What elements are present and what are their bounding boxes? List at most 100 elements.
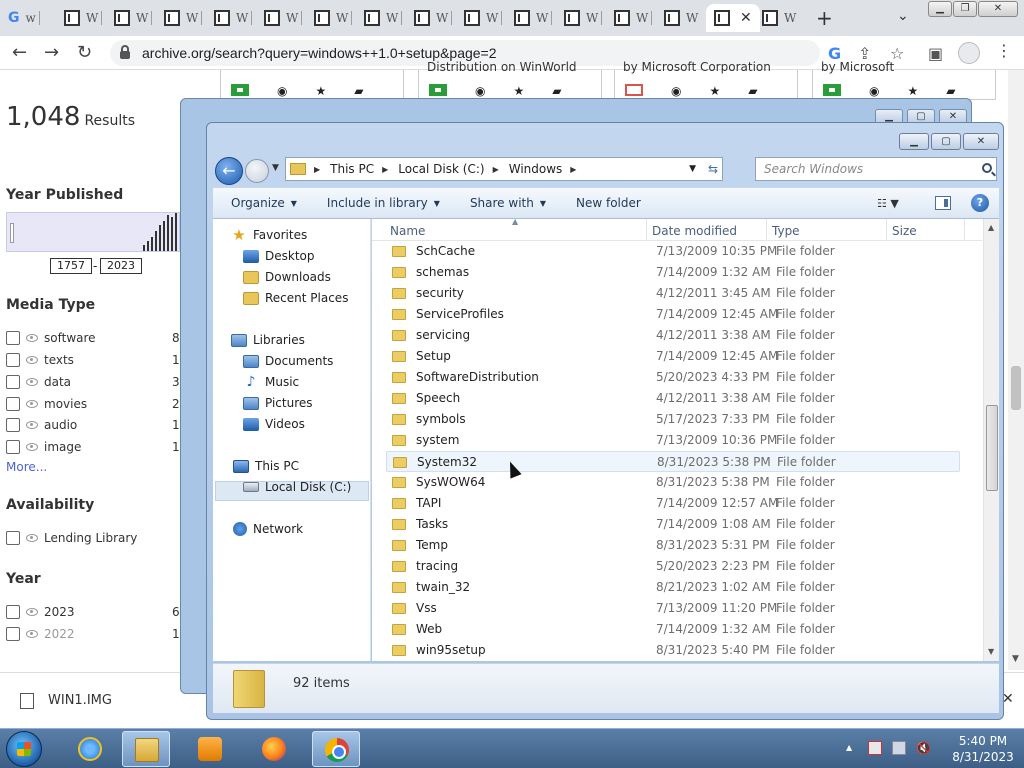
maximize-button[interactable]: ▢ — [931, 133, 961, 150]
explorer-address-bar[interactable]: ▶ This PC ▶ Local Disk (C:) ▶ Windows ▶ … — [285, 157, 723, 181]
clock-date[interactable]: 8/31/2023 — [948, 750, 1018, 764]
page-scrollbar[interactable]: ▼ — [1008, 70, 1024, 670]
share-with-button[interactable]: Share with ▼ — [470, 196, 546, 210]
search-input[interactable]: Search Windows — [755, 157, 997, 181]
show-hidden-icons-chevron-icon[interactable]: ▲ — [846, 743, 852, 752]
file-row[interactable]: servicing 4/12/2011 3:38 AM File folder — [386, 325, 960, 346]
nav-local-disk[interactable]: Local Disk (C:) — [243, 477, 351, 497]
minimize-button[interactable]: ▁ — [899, 133, 929, 150]
tab-close-icon[interactable]: ✕ — [740, 10, 752, 26]
volume-muted-icon[interactable]: 🔇 — [916, 741, 931, 755]
checkbox[interactable] — [6, 375, 20, 389]
breadcrumb-local-disk[interactable]: Local Disk (C:) — [398, 162, 484, 176]
file-row[interactable]: win95setup 8/31/2023 5:40 PM File folder — [386, 640, 960, 661]
year-to-input[interactable]: 2023 — [100, 258, 142, 274]
browser-tab[interactable]: W — [164, 4, 203, 32]
result-card[interactable]: ◉ ★ ▰ — [220, 70, 404, 100]
clock-time[interactable]: 5:40 PM — [948, 734, 1018, 748]
checkbox[interactable] — [6, 627, 20, 641]
page-scrollbar-thumb[interactable] — [1011, 366, 1021, 410]
reload-icon[interactable]: ↻ — [77, 42, 92, 63]
network-status-icon[interactable] — [892, 741, 906, 755]
result-card[interactable]: Distribution on WinWorld ◉ ★ ▰ — [418, 60, 602, 100]
browser-tab[interactable]: W — [64, 4, 103, 32]
checkbox[interactable] — [6, 440, 20, 454]
close-button[interactable]: ✕ — [978, 1, 1018, 17]
file-row[interactable]: SchCache 7/13/2009 10:35 PM File folder — [386, 241, 960, 262]
taskbar-firefox[interactable] — [250, 731, 298, 767]
result-card[interactable]: by Microsoft Corporation ◉ ★ ▰ — [614, 60, 798, 100]
file-list-scrollbar[interactable]: ▲ ▼ — [983, 219, 999, 661]
file-row[interactable]: schemas 7/14/2009 1:32 AM File folder — [386, 262, 960, 283]
facet-row-software[interactable]: software86 — [6, 329, 187, 347]
checkbox[interactable] — [6, 397, 20, 411]
browser-tab[interactable]: W — [664, 4, 698, 32]
taskbar-file-explorer[interactable] — [122, 731, 170, 767]
nav-desktop[interactable]: Desktop — [243, 246, 315, 266]
taskbar-chrome[interactable] — [312, 731, 360, 767]
facet-row-data[interactable]: data 3 — [6, 373, 180, 391]
browser-menu-icon[interactable]: ⋮ — [996, 41, 1012, 60]
change-view-icon[interactable]: ☷ ▼ — [877, 197, 899, 210]
file-row[interactable]: SoftwareDistribution 5/20/2023 4:33 PM Fil… — [386, 367, 960, 388]
tab-search-chevron-icon[interactable]: ⌄ — [897, 8, 909, 24]
browser-tab[interactable]: W — [364, 4, 403, 32]
browser-tab[interactable]: W — [564, 4, 603, 32]
new-folder-button[interactable]: New folder — [576, 196, 641, 210]
help-icon[interactable]: ? — [971, 194, 989, 212]
maximize-button[interactable]: ❐ — [953, 1, 977, 17]
file-row[interactable]: Temp 8/31/2023 5:31 PM File folder — [386, 535, 960, 556]
include-in-library-button[interactable]: Include in library ▼ — [327, 196, 440, 210]
taskbar-media-player[interactable] — [186, 731, 234, 767]
file-row[interactable]: Setup 7/14/2009 12:45 AM File folder — [386, 346, 960, 367]
preview-pane-icon[interactable] — [935, 196, 951, 210]
file-row[interactable]: Speech 4/12/2011 3:38 AM File folder — [386, 388, 960, 409]
column-divider[interactable] — [886, 219, 887, 241]
nav-recent-places[interactable]: Recent Places — [243, 288, 348, 308]
forward-button[interactable] — [245, 159, 269, 183]
column-divider[interactable] — [766, 219, 767, 241]
file-row[interactable]: Vss 7/13/2009 11:20 PM File folder — [386, 598, 960, 619]
nav-libraries[interactable]: Libraries — [231, 330, 305, 350]
browser-tab[interactable]: W — [214, 4, 253, 32]
column-divider[interactable] — [964, 219, 965, 241]
breadcrumb-chevron-icon[interactable]: ▶ — [382, 165, 388, 174]
facet-row-movies[interactable]: movies 2 — [6, 395, 180, 413]
breadcrumb-this-pc[interactable]: This PC — [330, 162, 374, 176]
nav-network[interactable]: Network — [233, 519, 303, 539]
back-arrow-icon[interactable]: ← — [12, 42, 27, 63]
checkbox[interactable] — [6, 605, 20, 619]
column-type[interactable]: Type — [772, 224, 800, 238]
browser-tab[interactable]: W — [414, 4, 453, 32]
file-row[interactable]: symbols 5/17/2023 7:33 PM File folder — [386, 409, 960, 430]
browser-tab[interactable]: W — [514, 4, 553, 32]
file-row[interactable]: SysWOW64 8/31/2023 5:38 PM File folder — [386, 472, 960, 493]
checkbox[interactable] — [6, 353, 20, 367]
file-row[interactable]: system 7/13/2009 10:36 PM File folder — [386, 430, 960, 451]
column-divider[interactable] — [646, 219, 647, 241]
nav-pictures[interactable]: Pictures — [243, 393, 313, 413]
taskbar-internet-explorer[interactable] — [66, 731, 114, 767]
nav-music[interactable]: ♪ Music — [243, 372, 300, 392]
file-row[interactable]: Tasks 7/14/2009 1:08 AM File folder — [386, 514, 960, 535]
facet-row-year-2022[interactable]: 202211 — [6, 625, 187, 643]
nav-this-pc[interactable]: This PC — [233, 456, 299, 476]
breadcrumb-windows[interactable]: Windows — [509, 162, 563, 176]
facet-row-year-2023[interactable]: 2023 6 — [6, 603, 180, 621]
browser-tab[interactable]: W — [314, 4, 353, 32]
checkbox[interactable] — [6, 331, 20, 345]
browser-tab[interactable]: W — [114, 4, 153, 32]
breadcrumb-chevron-icon[interactable]: ▶ — [314, 165, 320, 174]
facet-row-audio[interactable]: audio 1 — [6, 416, 180, 434]
file-row[interactable]: twain_32 8/21/2023 1:02 AM File folder — [386, 577, 960, 598]
facet-row-image[interactable]: image 1 — [6, 438, 180, 456]
facet-row-lending-library[interactable]: Lending Library — [6, 529, 137, 547]
scroll-up-arrow-icon[interactable]: ▲ — [988, 223, 994, 232]
scroll-down-arrow-icon[interactable]: ▼ — [988, 647, 994, 656]
organize-button[interactable]: Organize ▼ — [231, 196, 297, 210]
download-filename[interactable]: WIN1.IMG — [48, 693, 112, 708]
more-media-types-link[interactable]: More... — [6, 460, 47, 474]
column-size[interactable]: Size — [892, 224, 917, 238]
browser-tab[interactable]: W — [762, 4, 796, 32]
minimize-button[interactable]: ▁ — [928, 1, 952, 17]
